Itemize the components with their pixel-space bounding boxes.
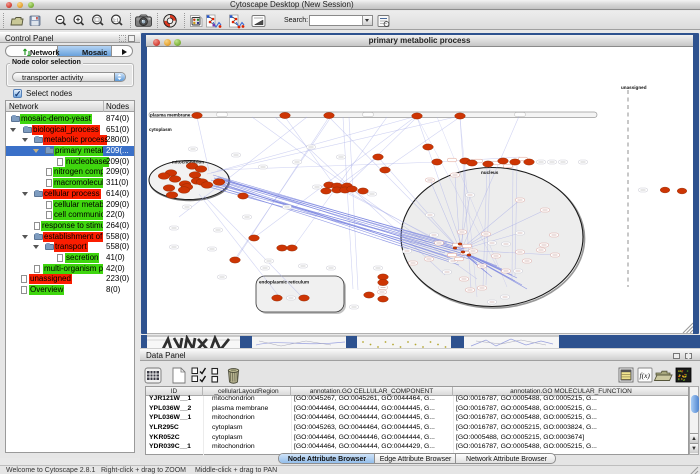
svg-text:endoplasmic reticulum: endoplasmic reticulum (259, 280, 309, 285)
svg-text:unassigned: unassigned (621, 85, 647, 90)
svg-text:1:1: 1:1 (113, 17, 120, 22)
svg-text:cytoplasm: cytoplasm (149, 127, 172, 132)
svg-text:nucleus: nucleus (481, 170, 499, 175)
svg-text:f(x): f(x) (640, 371, 651, 380)
svg-text:plasma membrane: plasma membrane (150, 113, 191, 118)
